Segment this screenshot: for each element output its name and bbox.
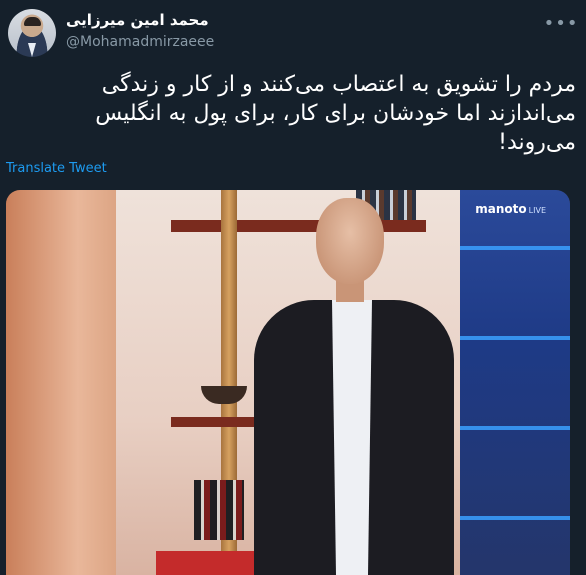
channel-logo-text: manoto <box>475 202 527 216</box>
tweet-media-image[interactable]: manoto LIVE <box>6 190 570 575</box>
person-shirt <box>332 300 372 575</box>
avatar-shirt <box>28 43 36 57</box>
person-head <box>316 198 384 284</box>
more-icon[interactable]: ••• <box>544 12 578 34</box>
avatar[interactable] <box>8 9 56 57</box>
author-name[interactable]: محمد امین میرزایی <box>66 11 209 29</box>
media-wall-left <box>6 190 126 575</box>
avatar-hair <box>24 17 41 26</box>
media-books-bottom <box>194 480 244 540</box>
channel-logo-live: LIVE <box>528 206 546 215</box>
translate-tweet-link[interactable]: Translate Tweet <box>6 161 107 176</box>
author-handle[interactable]: @Mohamadmirzaeee <box>66 34 214 50</box>
media-panel-lights <box>460 190 570 575</box>
channel-logo: manoto LIVE <box>475 202 546 216</box>
tweet-card: محمد امین میرزایی @Mohamadmirzaeee ••• م… <box>0 0 586 575</box>
tweet-text: مردم را تشویق به اعتصاب می‌کنند و از کار… <box>95 72 576 155</box>
media-person <box>244 190 464 575</box>
